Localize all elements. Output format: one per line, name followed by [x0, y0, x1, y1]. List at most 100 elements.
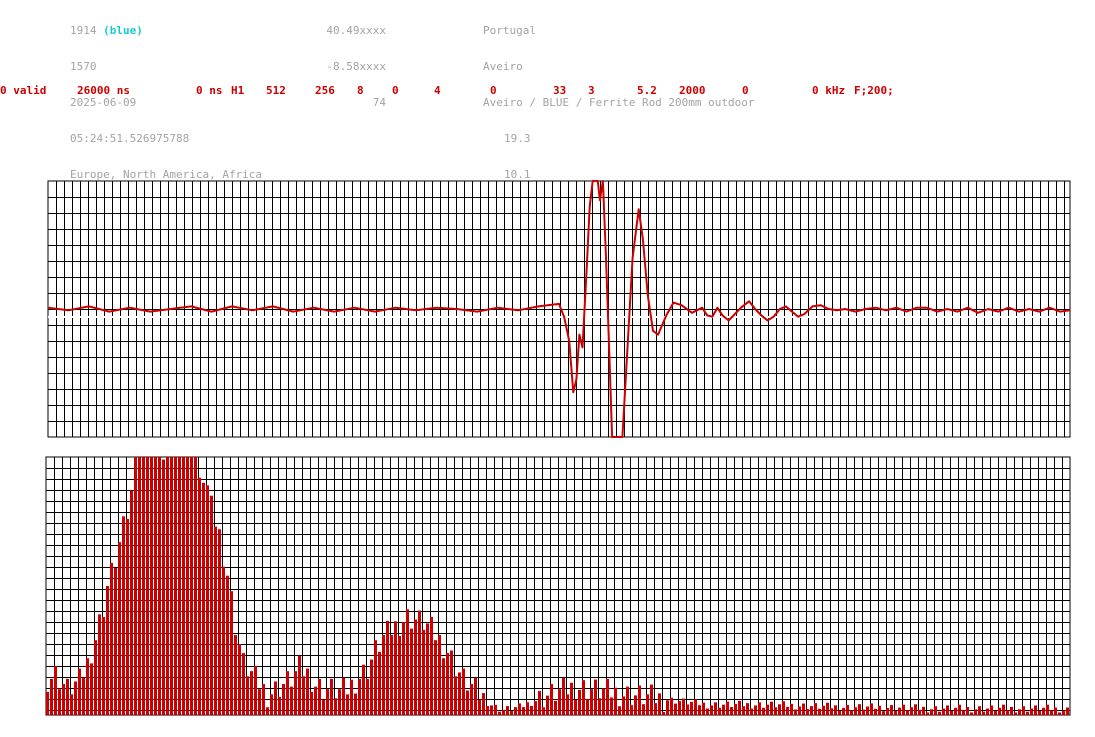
histogram-bar — [450, 650, 453, 715]
histogram-bar — [554, 700, 557, 715]
histogram-bar — [1042, 707, 1045, 715]
histogram-bar — [78, 668, 81, 715]
histogram-bar — [434, 640, 437, 715]
histogram-bar — [926, 712, 929, 715]
histogram-bar — [1026, 711, 1029, 715]
histogram-bar — [898, 707, 901, 715]
histogram-bar — [322, 699, 325, 715]
histogram-bar — [526, 702, 529, 715]
histogram-bar — [290, 686, 293, 715]
histogram-bar — [134, 457, 137, 715]
histogram-bar — [394, 621, 397, 715]
histogram-bar — [686, 704, 689, 715]
charts — [45, 180, 1071, 716]
histogram-bar — [1046, 704, 1049, 715]
histogram-bar — [366, 678, 369, 715]
histogram-bar — [90, 663, 93, 715]
histogram-bar — [786, 706, 789, 715]
histogram-bar — [806, 709, 809, 715]
histogram-bar — [446, 653, 449, 715]
histogram-bar — [914, 704, 917, 715]
histogram-bar — [234, 635, 237, 715]
histogram-bar — [190, 457, 193, 715]
histogram-bar — [966, 707, 969, 715]
histogram-bar — [58, 689, 61, 715]
histogram-bar — [802, 703, 805, 715]
histogram-bar — [566, 694, 569, 715]
histogram-bar — [538, 690, 541, 715]
histogram-bar — [778, 704, 781, 715]
histogram-bar — [750, 708, 753, 715]
histogram-bar — [158, 457, 161, 715]
histogram-bar — [830, 708, 833, 715]
histogram-bar — [242, 653, 245, 715]
histogram-bar — [1018, 709, 1021, 715]
histogram-bar — [782, 701, 785, 715]
histogram-bar — [1014, 712, 1017, 715]
histogram-bar — [294, 671, 297, 715]
histogram-bar — [370, 659, 373, 715]
histogram-bar — [578, 689, 581, 716]
histogram-bar — [658, 693, 661, 715]
histogram-bar — [174, 457, 177, 715]
histogram-bar — [790, 703, 793, 715]
histogram-bar — [666, 700, 669, 715]
histogram-bar — [962, 710, 965, 715]
histogram-bar — [758, 702, 761, 715]
histogram-bar — [478, 699, 481, 715]
histogram-bar — [650, 684, 653, 715]
histogram-bar — [906, 710, 909, 715]
histogram-bar — [890, 705, 893, 715]
histogram-bar — [674, 703, 677, 715]
histogram-bar — [1006, 710, 1009, 715]
histogram-bar — [710, 705, 713, 715]
histogram-bar — [430, 616, 433, 715]
histogram-bar — [818, 708, 821, 715]
histogram-bar — [230, 591, 233, 715]
histogram-bar — [1062, 710, 1065, 715]
histogram-bar — [270, 694, 273, 715]
histogram-bar — [130, 490, 133, 715]
histogram-bar — [942, 708, 945, 715]
histogram-bar — [102, 616, 105, 715]
histogram-bar — [186, 457, 189, 715]
histogram-bar — [610, 697, 613, 715]
histogram-bar — [282, 684, 285, 715]
histogram-bar — [974, 709, 977, 715]
histogram-bar — [502, 709, 505, 715]
histogram-bar — [770, 701, 773, 715]
histogram-bar — [810, 706, 813, 715]
histogram-bar — [518, 703, 521, 715]
histogram-bar — [254, 665, 257, 715]
histogram-bar — [342, 677, 345, 715]
histogram-bar — [198, 477, 201, 715]
histogram-bar — [586, 698, 589, 716]
histogram-bar — [410, 628, 413, 715]
histogram-bar — [990, 705, 993, 715]
histogram-bar — [522, 707, 525, 715]
histogram-bar — [50, 678, 53, 715]
histogram-bar — [358, 678, 361, 715]
histogram-bar — [422, 629, 425, 715]
histogram-bar — [822, 705, 825, 715]
histogram-bar — [858, 704, 861, 715]
histogram-bar — [62, 684, 65, 715]
histogram-bar — [1050, 710, 1053, 715]
histogram-bar — [794, 709, 797, 715]
histogram-bar — [386, 620, 389, 715]
histogram-bar — [918, 709, 921, 715]
histogram-bar — [682, 698, 685, 715]
histogram-bar — [214, 526, 217, 715]
histogram-bar — [286, 671, 289, 715]
histogram-bar — [54, 665, 57, 715]
histogram-bar — [1022, 706, 1025, 715]
histogram-bar — [474, 677, 477, 715]
histogram-bar — [734, 703, 737, 715]
histogram-bar — [730, 707, 733, 715]
histogram-bar — [694, 699, 697, 715]
histogram-bar — [138, 457, 141, 715]
histogram-bar — [226, 575, 229, 715]
histogram-bar — [150, 457, 153, 715]
histogram-bar — [870, 703, 873, 715]
histogram-bar — [546, 695, 549, 715]
